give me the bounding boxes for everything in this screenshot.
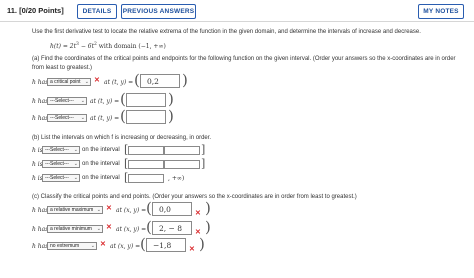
x-mark-icon: ✕ xyxy=(195,210,201,217)
part-b-row3-label: on the interval xyxy=(82,175,120,181)
part-c-row2-prefix: h has xyxy=(32,226,49,233)
part-b-row2-label: on the interval xyxy=(82,161,120,167)
part-a-row2-prefix: h has xyxy=(32,98,49,105)
chevron-down-icon: ⌄ xyxy=(80,98,85,104)
part-b-instruction: (b) List the intervals on which f is inc… xyxy=(32,135,212,141)
close-paren: ) xyxy=(205,218,211,236)
part-b-row1-start[interactable] xyxy=(128,146,164,155)
part-a-row3-prefix: h has xyxy=(32,115,49,122)
part-b-row3-start[interactable] xyxy=(128,174,164,183)
my-notes-button[interactable]: MY NOTES xyxy=(418,4,464,19)
part-c-row1-prefix: h has xyxy=(32,207,49,214)
x-mark-icon: ✕ xyxy=(94,77,100,84)
close-paren: ) xyxy=(182,71,188,89)
part-a-row1-at: at (t, y) = xyxy=(104,79,134,86)
open-paren: ( xyxy=(120,90,126,108)
chevron-down-icon: ⌄ xyxy=(90,243,95,249)
open-paren: ( xyxy=(140,235,146,253)
open-paren: ( xyxy=(146,199,152,217)
chevron-down-icon: ⌄ xyxy=(96,226,101,232)
close-bracket: ] xyxy=(201,157,206,170)
part-c-row3-select[interactable]: no extremum ⌄ xyxy=(47,242,97,250)
open-paren: ( xyxy=(146,218,152,236)
chevron-down-icon: ⌄ xyxy=(73,161,78,167)
x-mark-icon: ✕ xyxy=(100,241,106,248)
part-a-instruction: (a) Find the coordinates of the critical… xyxy=(32,56,456,71)
part-b-row2-end[interactable] xyxy=(164,160,200,169)
close-paren: ) xyxy=(205,199,211,217)
part-c-row3-at: at (x, y) = xyxy=(110,243,141,250)
chevron-down-icon: ⌄ xyxy=(73,175,78,181)
x-mark-icon: ✕ xyxy=(106,205,112,212)
chevron-down-icon: ⌄ xyxy=(73,147,78,153)
part-a-row1-prefix: h has xyxy=(32,79,49,86)
part-b-row2-start[interactable] xyxy=(128,160,164,169)
part-c-row3-prefix: h has xyxy=(32,243,49,250)
part-c-row2-at: at (x, y) = xyxy=(116,226,147,233)
close-paren: ) xyxy=(168,107,174,125)
question-number: 11. [0/20 Points] xyxy=(7,6,64,15)
chevron-down-icon: ⌄ xyxy=(80,115,85,121)
part-c-row2-answer[interactable]: 2, − 8 xyxy=(152,221,192,235)
question-header: 11. [0/20 Points] DETAILS PREVIOUS ANSWE… xyxy=(0,0,474,22)
close-bracket: ] xyxy=(201,143,206,156)
part-b-row3-end-value: , +∞) xyxy=(168,175,185,182)
part-a-row3-select[interactable]: ---Select--- ⌄ xyxy=(47,114,87,122)
part-b-row1-select[interactable]: ---Select--- ⌄ xyxy=(42,146,80,154)
part-b-row3-select[interactable]: ---Select--- ⌄ xyxy=(42,174,80,182)
part-b-row1-label: on the interval xyxy=(82,147,120,153)
part-c-row3-answer[interactable]: −1,8 xyxy=(146,238,186,252)
x-mark-icon: ✕ xyxy=(106,224,112,231)
part-a-row1-answer[interactable]: 0,2 xyxy=(140,74,180,88)
part-a-row2-select[interactable]: ---Select--- ⌄ xyxy=(47,97,87,105)
part-a-row3-at: at (t, y) = xyxy=(90,115,120,122)
part-c-instruction: (c) Classify the critical points and end… xyxy=(32,194,357,200)
chevron-down-icon: ⌄ xyxy=(96,207,101,213)
part-a-row3-answer[interactable] xyxy=(126,110,166,124)
previous-answers-button[interactable]: PREVIOUS ANSWERS xyxy=(121,4,196,19)
details-button[interactable]: DETAILS xyxy=(77,4,117,19)
part-b-row1-end[interactable] xyxy=(164,146,200,155)
open-paren: ( xyxy=(134,71,140,89)
part-c-row1-answer[interactable]: 0,0 xyxy=(152,202,192,216)
close-paren: ) xyxy=(168,90,174,108)
function-definition: h(t) = 2t3 − 6t2 with domain (−1, +∞) xyxy=(50,42,166,50)
part-c-row2-select[interactable]: a relative minimum ⌄ xyxy=(47,225,103,233)
close-paren: ) xyxy=(199,235,205,253)
part-c-row1-select[interactable]: a relative maximum ⌄ xyxy=(47,206,103,214)
part-a-row2-at: at (t, y) = xyxy=(90,98,120,105)
x-mark-icon: ✕ xyxy=(189,246,195,253)
part-c-row1-at: at (x, y) = xyxy=(116,207,147,214)
question-intro: Use the first derivative test to locate … xyxy=(32,29,421,35)
open-paren: ( xyxy=(120,107,126,125)
chevron-down-icon: ⌄ xyxy=(84,79,89,85)
part-a-row2-answer[interactable] xyxy=(126,93,166,107)
part-a-row1-select[interactable]: a critical point ⌄ xyxy=(47,78,91,86)
part-b-row2-select[interactable]: ---Select--- ⌄ xyxy=(42,160,80,168)
